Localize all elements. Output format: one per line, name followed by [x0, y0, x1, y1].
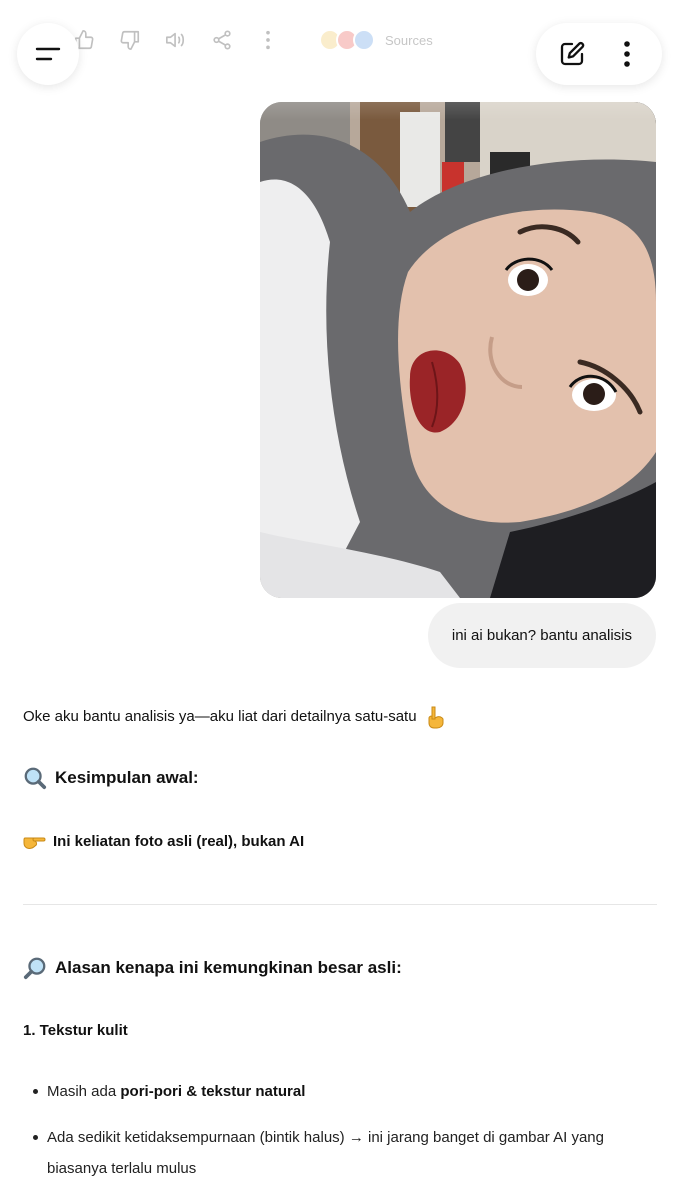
list-item: Ada sedikit ketidaksempurnaan (bintik ha…	[23, 1122, 657, 1184]
summary-heading-text: Kesimpulan awal:	[55, 768, 199, 787]
summary-heading: Kesimpulan awal:	[23, 764, 657, 792]
more-vertical-icon[interactable]	[254, 26, 282, 54]
header-actions	[536, 23, 662, 85]
user-message-text: ini ai bukan? bantu analisis	[451, 627, 632, 644]
section-title-skin-texture: 1. Tekstur kulit	[23, 1018, 657, 1042]
sidebar-menu-button[interactable]	[17, 23, 79, 85]
bullet-1-prefix: Masih ada	[47, 1083, 121, 1100]
list-item: Masih ada pori-pori & tekstur natural	[23, 1076, 657, 1107]
bullet-1-bold: pori-pori & tekstur natural	[120, 1083, 306, 1100]
user-image-attachment[interactable]	[260, 102, 656, 598]
section-title-text: 1. Tekstur kulit	[23, 1021, 128, 1039]
more-vertical-icon	[623, 41, 630, 67]
read-aloud-icon[interactable]	[162, 26, 190, 54]
magnifier-right-emoji-icon	[23, 956, 47, 980]
source-favicon	[353, 29, 375, 51]
magnifier-left-emoji-icon	[23, 766, 47, 790]
bullet-2-text: Ada sedikit ketidaksempurnaan (bintik ha…	[47, 1129, 604, 1177]
edit-icon	[560, 41, 584, 66]
selfie-photo	[260, 102, 656, 598]
response-actions-toolbar: Sources	[70, 26, 433, 54]
pointing-right-emoji-icon	[23, 829, 47, 853]
user-message-bubble: ini ai bukan? bantu analisis	[427, 603, 656, 668]
new-chat-button[interactable]	[550, 32, 594, 76]
reasons-heading: Alasan kenapa ini kemungkinan besar asli…	[23, 953, 657, 983]
skin-texture-bullets: Masih ada pori-pori & tekstur natural Ad…	[23, 1076, 657, 1199]
sources-button[interactable]: Sources	[319, 29, 433, 51]
verdict-text: Ini keliatan foto asli (real), bukan AI	[53, 832, 305, 850]
source-favicons	[319, 29, 375, 51]
verdict-line: Ini keliatan foto asli (real), bukan AI	[23, 827, 657, 855]
options-button[interactable]	[605, 32, 649, 76]
menu-icon	[35, 47, 61, 61]
reasons-heading-text: Alasan kenapa ini kemungkinan besar asli…	[55, 958, 402, 977]
share-icon[interactable]	[208, 26, 236, 54]
assistant-intro-text: Oke aku bantu analisis ya—aku liat dari …	[23, 708, 417, 725]
section-divider	[23, 904, 657, 905]
pointing-down-emoji-icon	[423, 705, 447, 729]
assistant-intro: Oke aku bantu analisis ya—aku liat dari …	[23, 704, 657, 730]
sources-label: Sources	[385, 32, 433, 48]
thumbs-down-icon[interactable]	[116, 26, 144, 54]
